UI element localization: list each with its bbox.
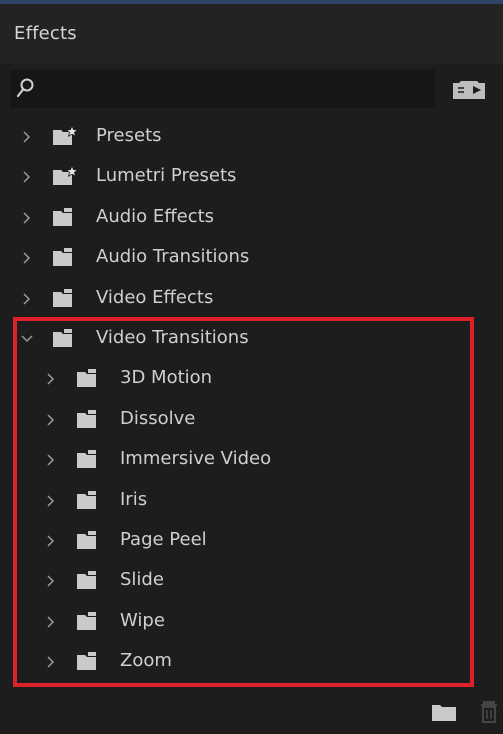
highlight-box: [13, 317, 474, 687]
new-bin-icon[interactable]: [431, 702, 457, 722]
chevron-right-icon[interactable]: [20, 169, 34, 185]
chevron-right-icon[interactable]: [20, 129, 34, 145]
chevron-right-icon[interactable]: [20, 250, 34, 266]
bottom-toolbar: [0, 692, 503, 734]
search-box[interactable]: [10, 70, 435, 108]
new-preset-bin-icon[interactable]: [451, 78, 487, 102]
folder-icon: [53, 248, 72, 267]
tree-item[interactable]: Lumetri Presets: [0, 157, 503, 197]
folder-icon: [53, 207, 72, 226]
effects-panel: Effects Presets Lumetri Presets Audio Effe…: [0, 0, 503, 734]
chevron-right-icon[interactable]: [20, 291, 34, 307]
tab-effects[interactable]: Effects: [14, 23, 77, 44]
tree-item-label: Video Effects: [96, 286, 214, 308]
tree-item[interactable]: Audio Effects: [0, 198, 503, 238]
tree-item-label: Audio Transitions: [96, 246, 250, 268]
search-icon: [16, 78, 34, 98]
panel-tab-bar: Effects: [0, 4, 503, 64]
tree-item-label: Audio Effects: [96, 205, 215, 227]
tree-item[interactable]: Video Effects: [0, 279, 503, 319]
folder-star-icon: [53, 126, 78, 145]
folder-star-icon: [53, 166, 78, 186]
folder-icon: [53, 288, 72, 307]
tree-item-label: Lumetri Presets: [96, 165, 237, 187]
tree-item-label: Presets: [96, 125, 162, 146]
search-input[interactable]: [44, 77, 428, 103]
trash-icon[interactable]: [478, 698, 500, 724]
tree-item[interactable]: Audio Transitions: [0, 238, 503, 278]
tree-item[interactable]: Presets: [0, 117, 503, 157]
chevron-right-icon[interactable]: [20, 210, 34, 226]
